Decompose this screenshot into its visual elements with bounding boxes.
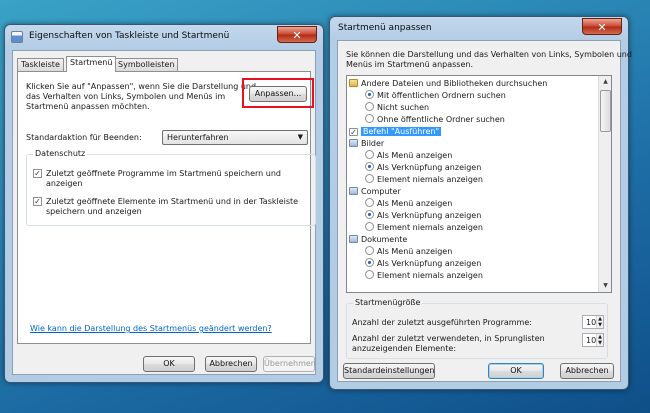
privacy-option-text: speichern und anzeigen (46, 207, 142, 216)
radio-option[interactable]: Element niemals anzeigen (365, 270, 597, 282)
close-button[interactable]: ✕ (277, 26, 317, 43)
radio-button[interactable] (365, 90, 374, 99)
privacy-option-text: Zuletzt geöffnete Elemente im Startmenü … (46, 197, 299, 206)
tab-symbolleisten[interactable]: Symbolleisten (114, 58, 179, 71)
radio-button[interactable] (365, 270, 374, 279)
radio-button[interactable] (365, 162, 374, 171)
radio-option[interactable]: Nicht suchen (365, 102, 597, 114)
privacy-option-text: anzeigen (46, 179, 83, 188)
startmenu-tab-panel: Klicken Sie auf "Anpassen", wenn Sie die… (17, 71, 316, 344)
recent-programs-value: 10 (586, 318, 597, 327)
tab-startmenue[interactable]: Startmenü (66, 56, 117, 72)
tab-taskleiste[interactable]: Taskleiste (17, 58, 64, 71)
radio-button[interactable] (365, 114, 374, 123)
power-action-dropdown[interactable]: Herunterfahren ▼ (162, 130, 308, 145)
radio-button[interactable] (365, 246, 374, 255)
radio-option[interactable]: Als Menü anzeigen (365, 150, 597, 162)
spinner-arrows-icon[interactable]: ▲ ▼ (596, 316, 603, 328)
cancel-button[interactable]: Abbrechen (205, 356, 257, 372)
customize-startmenu-window: Startmenü anpassen ✕ Sie können die Dars… (329, 16, 632, 390)
tree-scrollbar[interactable]: ▲ ▼ (598, 76, 611, 292)
jumplist-value: 10 (586, 336, 597, 345)
power-action-label: Standardaktion für Beenden: (26, 133, 142, 142)
radio-option[interactable]: Als Verknüpfung anzeigen (365, 162, 597, 174)
defaults-button[interactable]: Standardeinstellungen (343, 363, 435, 379)
checkbox[interactable]: ✓ (349, 128, 358, 137)
window-title: Startmenü anpassen (338, 23, 432, 33)
tree-header-pictures: Bilder (349, 138, 597, 150)
taskbar-properties-window: Eigenschaften von Taskleiste und Startme… (4, 24, 324, 383)
ok-button[interactable]: OK (488, 363, 544, 379)
privacy-option-text: Zuletzt geöffnete Programme im Startmenü… (46, 169, 281, 178)
radio-button[interactable] (365, 150, 374, 159)
description-line: Menüs im Startmenü anpassen. (346, 60, 473, 69)
jumplist-label: anzuzeigenden Elemente: (352, 344, 457, 353)
recent-programs-spinner[interactable]: 10 ▲ ▼ (582, 315, 604, 329)
jumplist-label: Anzahl der zuletzt verwendeten, in Sprun… (352, 334, 545, 343)
radio-option[interactable]: Element niemals anzeigen (365, 174, 597, 186)
radio-option[interactable]: Mit öffentlichen Ordnern suchen (365, 90, 597, 102)
tree-header-other-files: Andere Dateien und Bibliotheken durchsuc… (349, 78, 597, 90)
radio-option[interactable]: Als Verknüpfung anzeigen (365, 210, 597, 222)
scroll-up-icon[interactable]: ▲ (600, 76, 611, 88)
privacy-group-label: Datenschutz (33, 149, 88, 158)
cancel-button[interactable]: Abbrechen (560, 363, 614, 379)
documents-icon (349, 235, 358, 243)
radio-option[interactable]: Als Menü anzeigen (365, 198, 597, 210)
run-command-option[interactable]: ✓ Befehl "Ausführen" (349, 126, 597, 138)
radio-button[interactable] (365, 210, 374, 219)
size-group-label: Startmenügröße (353, 298, 423, 307)
radio-button[interactable] (365, 258, 374, 267)
spinner-arrows-icon[interactable]: ▲ ▼ (596, 334, 603, 346)
chevron-down-icon: ▼ (297, 133, 303, 141)
radio-button[interactable] (365, 198, 374, 207)
privacy-checkbox-items[interactable]: ✓ (33, 197, 42, 206)
radio-option[interactable]: Als Menü anzeigen (365, 246, 597, 258)
intro-text-line: das Verhalten von Links, Symbolen und Me… (26, 92, 226, 101)
window-title: Eigenschaften von Taskleiste und Startme… (29, 31, 230, 41)
apply-button[interactable]: Übernehmen (263, 356, 316, 372)
radio-button[interactable] (365, 222, 374, 231)
pictures-icon (349, 139, 358, 147)
help-link[interactable]: Wie kann die Darstellung des Startmenüs … (30, 324, 272, 333)
dialog-client: Sie können die Darstellung und das Verha… (337, 40, 632, 382)
title-bar[interactable]: Eigenschaften von Taskleiste und Startme… (5, 25, 323, 49)
startmenu-options-tree: Andere Dateien und Bibliotheken durchsuc… (346, 75, 612, 293)
radio-option[interactable]: Ohne öffentliche Ordner suchen (365, 114, 597, 126)
description-line: Sie können die Darstellung und das Verha… (346, 50, 632, 59)
intro-text-line: Startmenü anpassen möchten. (26, 102, 150, 111)
intro-text-line: Klicken Sie auf "Anpassen", wenn Sie die… (26, 82, 257, 91)
window-icon (11, 31, 23, 43)
highlight-frame (242, 78, 314, 108)
ok-button[interactable]: OK (143, 356, 195, 372)
computer-icon (349, 187, 358, 195)
power-action-value: Herunterfahren (167, 133, 229, 142)
jumplist-spinner[interactable]: 10 ▲ ▼ (582, 333, 604, 347)
radio-option[interactable]: Als Verknüpfung anzeigen (365, 258, 597, 270)
scroll-down-icon[interactable]: ▼ (600, 280, 611, 292)
privacy-checkbox-programs[interactable]: ✓ (33, 169, 42, 178)
tree-header-computer: Computer (349, 186, 597, 198)
title-bar[interactable]: Startmenü anpassen ✕ (330, 17, 628, 41)
dialog-client: Taskleiste Startmenü Symbolleisten Klick… (12, 50, 316, 375)
recent-programs-label: Anzahl der zuletzt ausgeführten Programm… (352, 318, 532, 327)
scroll-thumb[interactable] (600, 90, 611, 132)
tree-header-documents: Dokumente (349, 234, 597, 246)
radio-button[interactable] (365, 102, 374, 111)
close-button[interactable]: ✕ (582, 18, 622, 35)
radio-option[interactable]: Element niemals anzeigen (365, 222, 597, 234)
radio-button[interactable] (365, 174, 374, 183)
folder-icon (349, 79, 358, 87)
